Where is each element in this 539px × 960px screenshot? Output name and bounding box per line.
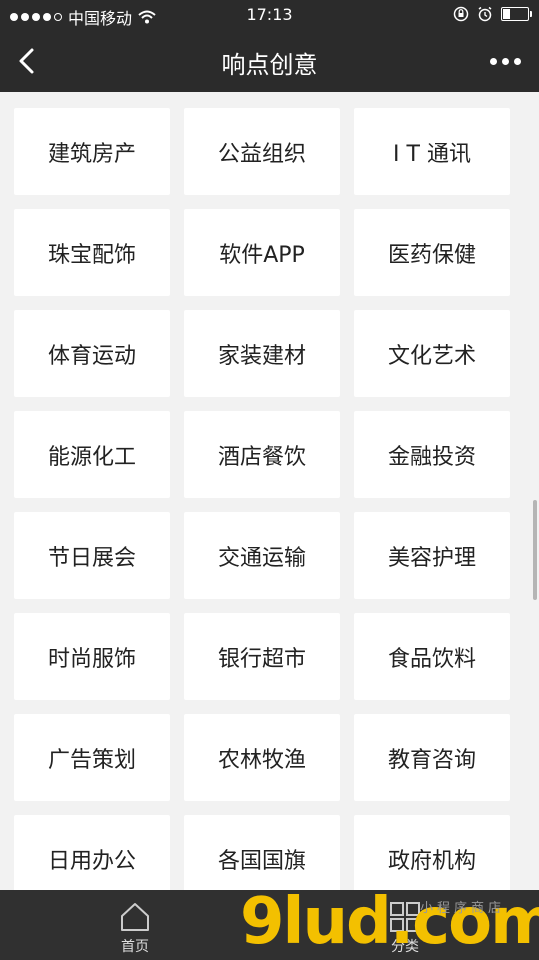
category-tile[interactable]: 软件APP — [184, 209, 340, 296]
tab-bar: 首页 分类 — [0, 890, 539, 960]
category-tile[interactable]: 各国国旗 — [184, 815, 340, 902]
navigation-bar: 响点创意 — [0, 30, 539, 92]
tab-category[interactable]: 分类 — [345, 890, 465, 960]
category-tile[interactable]: 建筑房产 — [14, 108, 170, 195]
category-tile[interactable]: 家装建材 — [184, 310, 340, 397]
category-tile[interactable]: I T 通讯 — [354, 108, 510, 195]
scrollbar[interactable] — [533, 500, 537, 600]
category-grid: 建筑房产 公益组织 I T 通讯 珠宝配饰 软件APP 医药保健 体育运动 家装… — [14, 108, 514, 902]
category-tile[interactable]: 酒店餐饮 — [184, 411, 340, 498]
orientation-lock-icon — [453, 6, 469, 22]
tab-category-label: 分类 — [391, 939, 419, 955]
more-options-icon[interactable] — [490, 58, 521, 65]
category-tile[interactable]: 日用办公 — [14, 815, 170, 902]
category-tile[interactable]: 美容护理 — [354, 512, 510, 599]
tab-home[interactable]: 首页 — [75, 890, 195, 960]
category-tile[interactable]: 农林牧渔 — [184, 714, 340, 801]
category-tile[interactable]: 公益组织 — [184, 108, 340, 195]
status-right — [453, 6, 532, 22]
category-tile[interactable]: 能源化工 — [14, 411, 170, 498]
grid-icon — [390, 902, 420, 932]
category-tile[interactable]: 广告策划 — [14, 714, 170, 801]
category-tile[interactable]: 银行超市 — [184, 613, 340, 700]
category-tile[interactable]: 文化艺术 — [354, 310, 510, 397]
status-bar: 中国移动 17:13 — [0, 0, 539, 30]
category-tile[interactable]: 珠宝配饰 — [14, 209, 170, 296]
category-tile[interactable]: 政府机构 — [354, 815, 510, 902]
category-tile[interactable]: 食品饮料 — [354, 613, 510, 700]
category-tile[interactable]: 教育咨询 — [354, 714, 510, 801]
page-title: 响点创意 — [221, 51, 318, 79]
battery-icon — [501, 7, 532, 21]
category-tile[interactable]: 金融投资 — [354, 411, 510, 498]
tab-home-label: 首页 — [121, 939, 149, 955]
category-tile[interactable]: 节日展会 — [14, 512, 170, 599]
category-tile[interactable]: 医药保健 — [354, 209, 510, 296]
category-tile[interactable]: 交通运输 — [184, 512, 340, 599]
alarm-icon — [478, 6, 492, 22]
category-tile[interactable]: 时尚服饰 — [14, 613, 170, 700]
home-icon — [121, 903, 149, 931]
category-tile[interactable]: 体育运动 — [14, 310, 170, 397]
